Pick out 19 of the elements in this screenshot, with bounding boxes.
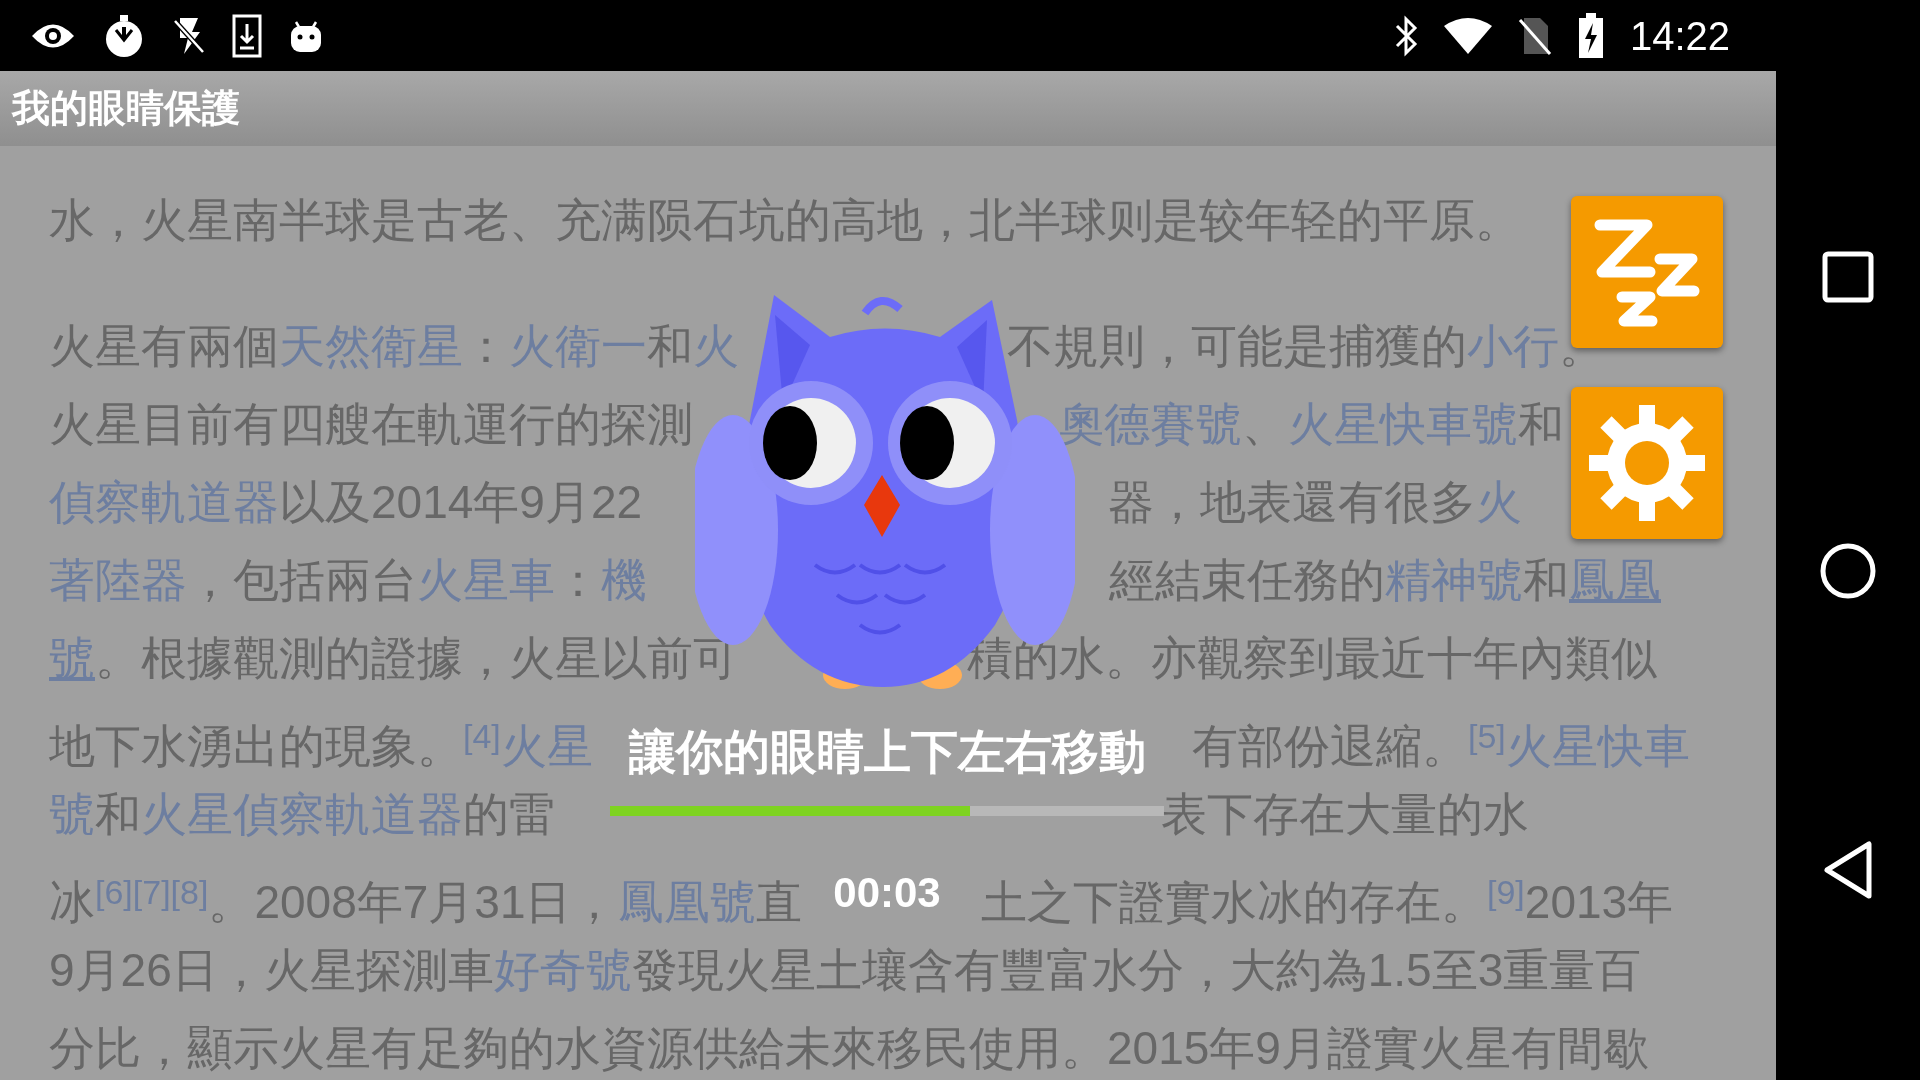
clock-time: 14:22	[1629, 15, 1730, 56]
download-icon	[232, 13, 262, 58]
back-button[interactable]	[1822, 840, 1874, 901]
home-button[interactable]	[1819, 542, 1877, 601]
battery-charging-icon	[1577, 12, 1604, 59]
countdown-timer: 00:03	[833, 868, 941, 918]
no-sim-icon	[1517, 15, 1552, 56]
sleep-icon	[1592, 217, 1702, 327]
article-text: 水，火星南半球是古老、充满陨石坑的高地，北半球则是较年轻的平原。	[49, 194, 1521, 246]
wifi-icon	[1443, 17, 1492, 54]
bluetooth-icon	[1393, 13, 1418, 58]
article-text: 火星目前有四艘在軌運行的探測	[49, 398, 693, 450]
app-title: 我的眼睛保護	[12, 86, 240, 131]
article-text: 表下存在大量的水	[1161, 788, 1529, 840]
article-text: 分比，顯示火星有足夠的水資源供給未來移民使用。2015年9月證實火星有間歇	[49, 1022, 1649, 1074]
flash-off-icon	[172, 15, 206, 56]
exercise-instruction: 讓你的眼睛上下左右移動	[628, 724, 1146, 780]
settings-icon	[1587, 403, 1707, 523]
recents-button[interactable]	[1822, 250, 1874, 303]
